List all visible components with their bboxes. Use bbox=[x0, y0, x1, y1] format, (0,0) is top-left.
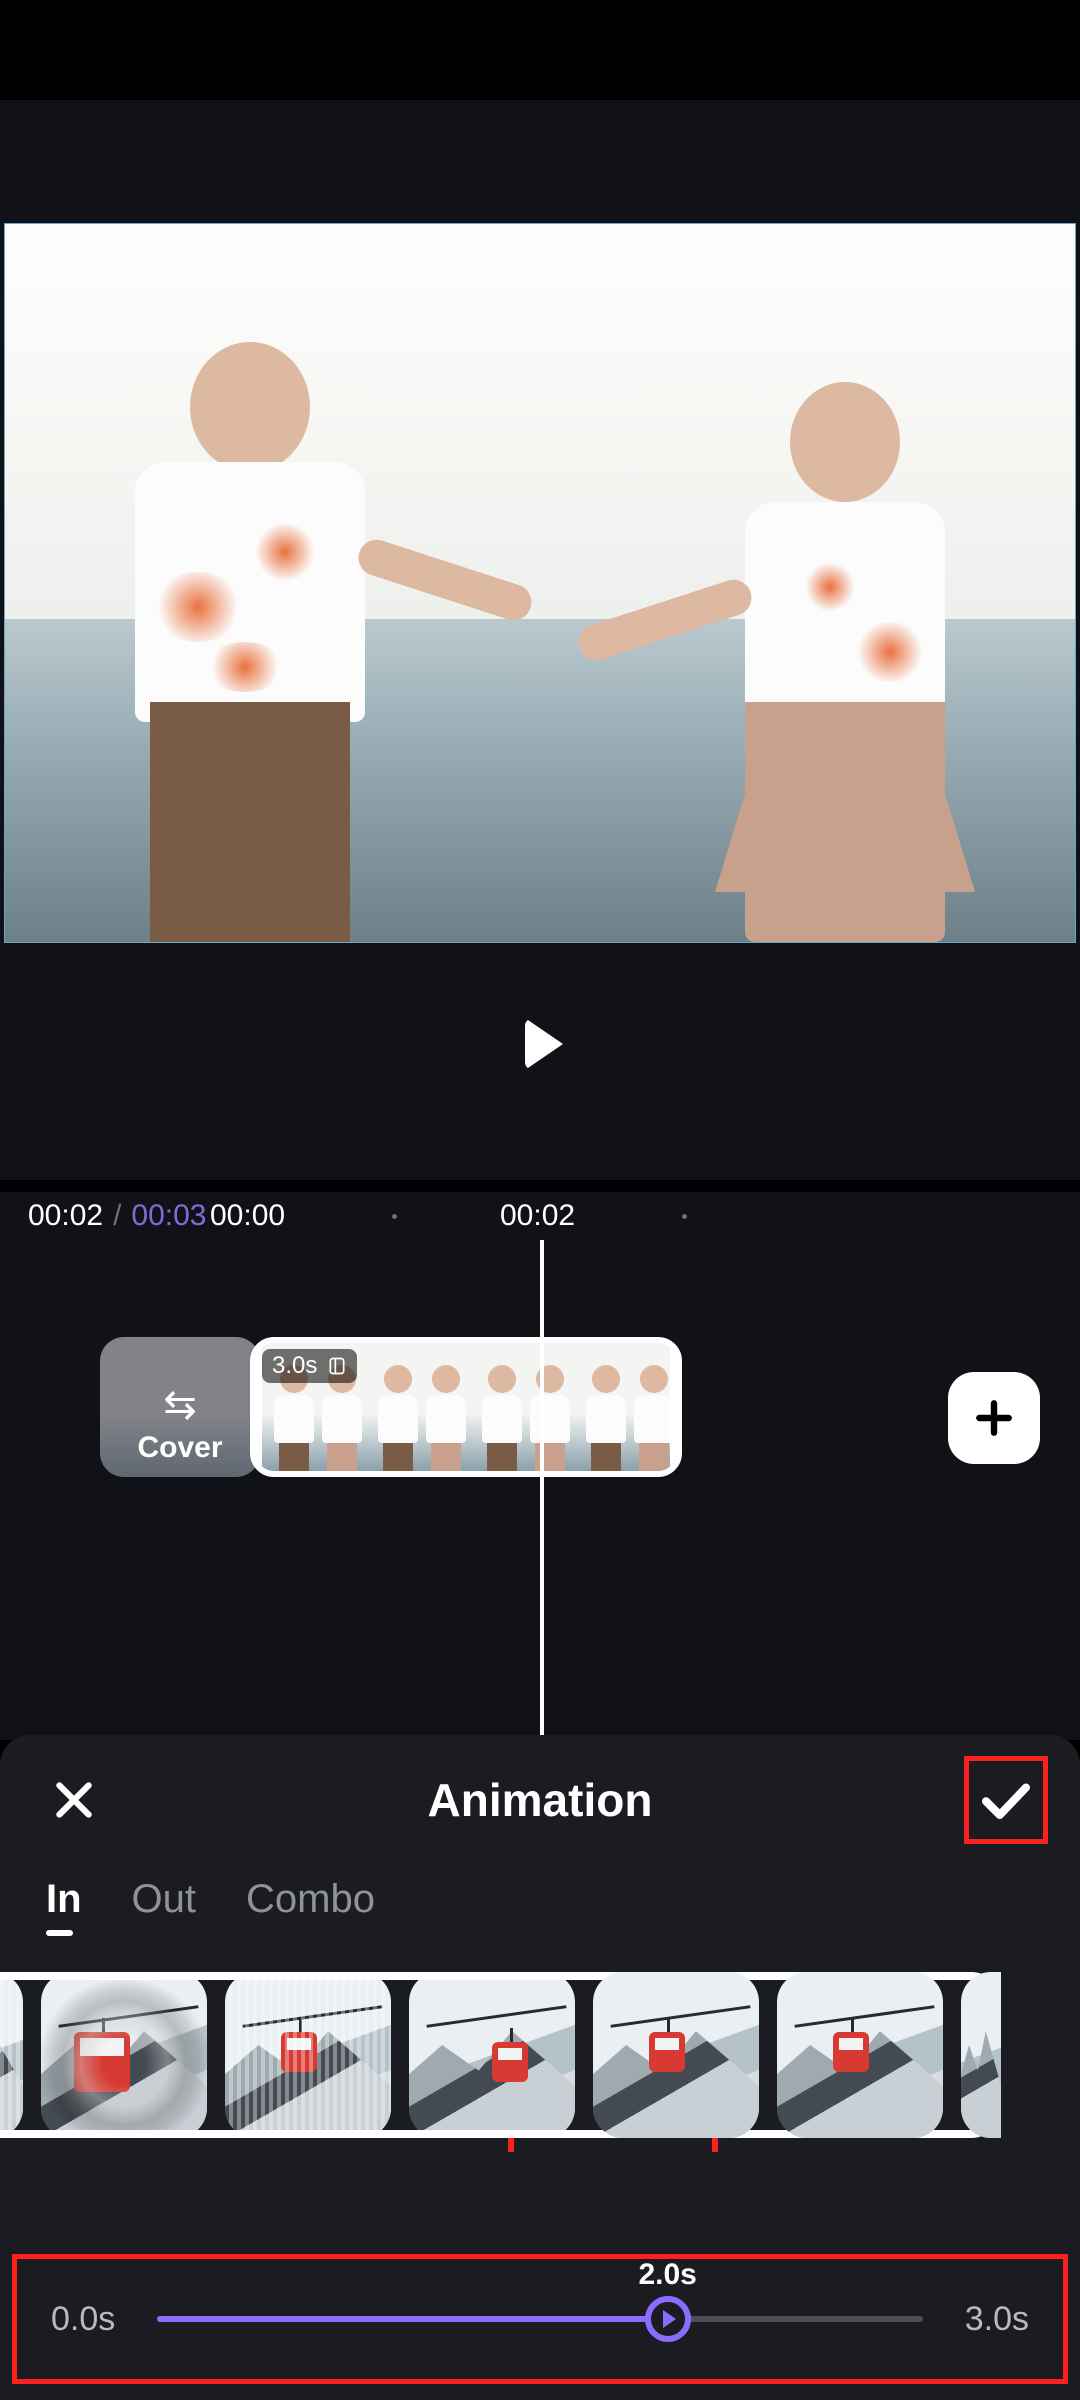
slider-value-label: 2.0s bbox=[638, 2258, 696, 2292]
clip-trim-left[interactable]: ‹ bbox=[250, 1337, 262, 1477]
preview-person-right bbox=[695, 382, 995, 942]
animation-presets[interactable] bbox=[0, 1972, 1080, 2152]
animation-preset[interactable] bbox=[593, 1972, 759, 2138]
animation-preset-selected[interactable] bbox=[409, 1972, 575, 2138]
tab-combo[interactable]: Combo bbox=[246, 1877, 375, 1922]
cover-label: Cover bbox=[137, 1431, 222, 1465]
total-duration: 00:03 bbox=[131, 1199, 206, 1233]
current-time: 00:02 bbox=[28, 1199, 103, 1233]
clip-duration-badge: 3.0s bbox=[262, 1349, 357, 1383]
preview-person-left bbox=[85, 342, 415, 942]
duration-slider[interactable]: 0.0s 2.0s 3.0s bbox=[12, 2254, 1068, 2384]
annotation-highlight bbox=[964, 1756, 1048, 1844]
slider-min-label: 0.0s bbox=[51, 2300, 115, 2339]
cover-button[interactable]: ⇆ Cover bbox=[100, 1337, 260, 1477]
tab-in[interactable]: In bbox=[46, 1877, 82, 1922]
playhead[interactable] bbox=[540, 1240, 544, 1740]
play-icon bbox=[525, 1018, 563, 1070]
add-clip-button[interactable] bbox=[948, 1372, 1040, 1464]
animation-preset[interactable] bbox=[777, 1972, 943, 2138]
animation-tabs: In Out Combo bbox=[0, 1877, 1080, 1922]
slider-track[interactable]: 2.0s bbox=[157, 2316, 923, 2322]
play-button[interactable] bbox=[504, 1008, 576, 1080]
slider-thumb[interactable]: 2.0s bbox=[645, 2296, 691, 2342]
timeline-clip[interactable]: 3.0s ‹ › bbox=[250, 1337, 682, 1477]
time-strip: 00:02 / 00:03 00:00 00:02 bbox=[0, 1192, 1080, 1240]
tab-out[interactable]: Out bbox=[132, 1877, 196, 1922]
animation-preset[interactable] bbox=[961, 1972, 1001, 2138]
clip-info-icon bbox=[327, 1356, 347, 1376]
ruler-tick: 00:00 bbox=[210, 1199, 285, 1233]
animation-panel: Animation In Out Combo bbox=[0, 1735, 1080, 2400]
selection-ring-icon bbox=[409, 1972, 575, 2138]
plus-icon bbox=[972, 1396, 1016, 1440]
panel-title: Animation bbox=[428, 1773, 653, 1827]
ruler-tick: 00:02 bbox=[500, 1199, 575, 1233]
close-button[interactable] bbox=[40, 1766, 108, 1834]
clip-trim-right[interactable]: › bbox=[670, 1337, 682, 1477]
close-icon bbox=[49, 1775, 99, 1825]
swap-icon: ⇆ bbox=[163, 1385, 197, 1425]
preview-frame[interactable] bbox=[4, 223, 1076, 943]
slider-max-label: 3.0s bbox=[965, 2300, 1029, 2339]
